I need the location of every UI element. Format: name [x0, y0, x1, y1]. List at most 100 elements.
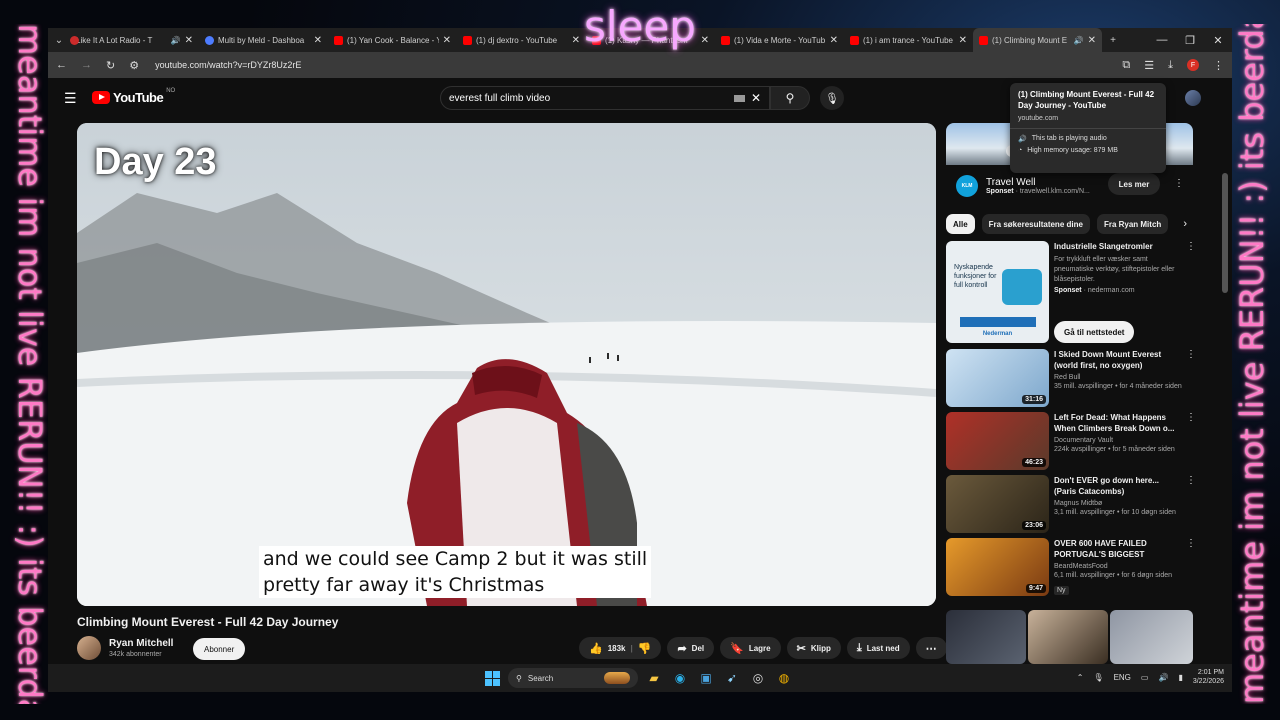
recommendation-thumbnail[interactable]: 31:16: [946, 349, 1049, 407]
sponsored-title[interactable]: Industrielle Slangetromler: [1054, 241, 1176, 252]
channel-avatar[interactable]: [77, 636, 101, 660]
browser-tab[interactable]: Like It A Lot Radio - T 🔊 ✕: [70, 28, 199, 52]
recommendation-thumbnail[interactable]: [1028, 610, 1108, 664]
subscribe-button[interactable]: Abonner: [193, 638, 246, 660]
microphone-icon[interactable]: 🎙: [1093, 673, 1103, 682]
app-icon[interactable]: ➹: [722, 668, 742, 688]
close-tab-icon[interactable]: ✕: [314, 35, 322, 46]
like-button[interactable]: 👍 183k | 👎: [579, 637, 662, 659]
close-tab-icon[interactable]: ✕: [443, 35, 451, 46]
start-button[interactable]: [482, 668, 502, 688]
recommendation-thumbnail[interactable]: 9:47: [946, 538, 1049, 596]
battery-icon[interactable]: ▮: [1178, 673, 1182, 682]
recommendation-title[interactable]: Don't EVER go down here... (Paris Cataco…: [1054, 475, 1176, 497]
browser-tab[interactable]: (1) Vida e Morte - YouTub ✕: [715, 28, 844, 52]
recommendation-title[interactable]: OVER 600 HAVE FAILED PORTUGAL'S BIGGEST …: [1054, 538, 1176, 560]
user-avatar[interactable]: [1185, 90, 1201, 106]
minimize-icon[interactable]: —: [1148, 34, 1176, 47]
network-icon[interactable]: ▭: [1141, 673, 1149, 682]
taskbar-search[interactable]: ⚲ Search: [508, 668, 638, 688]
close-tab-icon[interactable]: ✕: [185, 35, 193, 46]
app-icon[interactable]: ▣: [696, 668, 716, 688]
sponsored-thumbnail[interactable]: Nyskapende funksjoner for full kontroll …: [946, 241, 1049, 343]
more-options-icon[interactable]: ⋮: [1186, 538, 1196, 549]
close-tab-icon[interactable]: ✕: [830, 35, 838, 46]
recommendation-title[interactable]: I Skied Down Mount Everest (world first,…: [1054, 349, 1176, 371]
edge-icon[interactable]: ◉: [670, 668, 690, 688]
close-tab-icon[interactable]: ✕: [1088, 35, 1096, 46]
search-input[interactable]: everest full climb video ✕: [440, 86, 770, 110]
extensions-icon[interactable]: ⧉: [1122, 59, 1130, 72]
chevron-up-icon[interactable]: ⌃: [1077, 673, 1084, 682]
chrome-icon[interactable]: ◍: [774, 668, 794, 688]
recommendation-thumbnail[interactable]: [1110, 610, 1193, 664]
search-button[interactable]: ⚲: [770, 86, 810, 110]
voice-search-button[interactable]: 🎙: [820, 86, 844, 110]
speaker-icon[interactable]: 🔊: [171, 36, 181, 45]
chip-from-search[interactable]: Fra søkeresultatene dine: [981, 214, 1090, 234]
close-tab-icon[interactable]: ✕: [959, 35, 967, 46]
recommendation-channel[interactable]: Magnus Midtbø: [1054, 500, 1176, 507]
obs-icon[interactable]: ◎: [748, 668, 768, 688]
more-actions-button[interactable]: ⋯: [915, 637, 947, 659]
more-options-icon[interactable]: ⋮: [1186, 241, 1196, 252]
more-options-icon[interactable]: ⋮: [1186, 349, 1196, 360]
recommendation-channel[interactable]: Documentary Vault: [1054, 437, 1176, 444]
browser-tab-active[interactable]: (1) Climbing Mount E 🔊 ✕: [973, 28, 1102, 52]
recommendation-channel[interactable]: Red Bull: [1054, 374, 1176, 381]
keyboard-icon[interactable]: [733, 94, 745, 102]
chip-all[interactable]: Alle: [946, 214, 975, 234]
clock[interactable]: 2:01 PM 3/22/2026: [1193, 668, 1224, 686]
clear-search-icon[interactable]: ✕: [751, 91, 761, 105]
ad-menu-icon[interactable]: ⋮: [1174, 178, 1184, 189]
video-player[interactable]: Day 23 and we could see Camp 2 but it wa…: [77, 123, 936, 606]
reading-list-icon[interactable]: ☰: [1144, 59, 1154, 72]
hamburger-menu-icon[interactable]: ☰: [64, 90, 78, 107]
clip-button[interactable]: ✂ Klipp: [786, 637, 841, 659]
speaker-icon[interactable]: 🔊: [1074, 36, 1084, 45]
new-tab-button[interactable]: +: [1102, 28, 1124, 52]
profile-avatar[interactable]: F: [1187, 59, 1199, 71]
recommendation-thumbnail[interactable]: 23:06: [946, 475, 1049, 533]
recommendation-item[interactable]: 46:23 Left For Dead: What Happens When Cl…: [946, 412, 1196, 470]
browser-tab[interactable]: (1) Yan Cook - Balance - Y ✕: [328, 28, 457, 52]
recommendation-title[interactable]: Left For Dead: What Happens When Climber…: [1054, 412, 1176, 434]
ad-learn-more-button[interactable]: Les mer: [1108, 173, 1160, 195]
chip-from-channel[interactable]: Fra Ryan Mitch: [1096, 214, 1169, 234]
restore-icon[interactable]: ❐: [1176, 34, 1204, 47]
volume-icon[interactable]: 🔊: [1158, 673, 1168, 682]
site-info-icon[interactable]: ⚙: [129, 59, 139, 72]
download-icon[interactable]: ⤓: [1168, 59, 1173, 72]
share-button[interactable]: ➦ Del: [667, 637, 715, 659]
recommendation-item[interactable]: 23:06 Don't EVER go down here... (Paris C…: [946, 475, 1196, 533]
recommendation-item[interactable]: 31:16 I Skied Down Mount Everest (world f…: [946, 349, 1196, 407]
hose-reel-illustration: [1002, 269, 1042, 305]
channel-name[interactable]: Ryan Mitchell: [109, 638, 173, 649]
tab-search-button[interactable]: ⌄: [48, 28, 70, 52]
save-button[interactable]: 🔖 Lagre: [720, 637, 781, 659]
more-options-icon[interactable]: ⋮: [1186, 475, 1196, 486]
recommendation-item[interactable]: 9:47 OVER 600 HAVE FAILED PORTUGAL'S BIGG…: [946, 538, 1196, 596]
ad-title[interactable]: Travel Well: [986, 177, 1090, 188]
youtube-logo[interactable]: YouTube NO: [92, 88, 175, 105]
chevron-right-icon[interactable]: ›: [1183, 218, 1193, 230]
browser-menu-icon[interactable]: ⋮: [1213, 59, 1224, 72]
thumbs-down-icon[interactable]: 👎: [638, 642, 652, 655]
sponsored-card[interactable]: Nyskapende funksjoner for full kontroll …: [946, 241, 1196, 345]
close-window-icon[interactable]: ✕: [1204, 34, 1232, 47]
url-field[interactable]: youtube.com/watch?v=rDYZr8Uz2rE: [155, 60, 301, 70]
back-icon[interactable]: ←: [56, 59, 67, 71]
page-scrollbar[interactable]: [1222, 173, 1228, 293]
download-button[interactable]: ⤓ Last ned: [846, 637, 910, 659]
file-explorer-icon[interactable]: ▰: [644, 668, 664, 688]
recommendation-thumbnail[interactable]: 46:23: [946, 412, 1049, 470]
recommendation-channel[interactable]: BeardMeatsFood: [1054, 563, 1176, 570]
language-indicator[interactable]: ENG: [1114, 673, 1131, 682]
browser-tab[interactable]: (1) i am trance - YouTube ✕: [844, 28, 973, 52]
reload-icon[interactable]: ↻: [106, 59, 115, 72]
forward-icon[interactable]: →: [81, 59, 92, 71]
browser-tab[interactable]: Multi by Meld - Dashboa ✕: [199, 28, 328, 52]
more-options-icon[interactable]: ⋮: [1186, 412, 1196, 423]
visit-site-button[interactable]: Gå til nettstedet: [1054, 321, 1135, 343]
recommendation-thumbnail[interactable]: [946, 610, 1026, 664]
